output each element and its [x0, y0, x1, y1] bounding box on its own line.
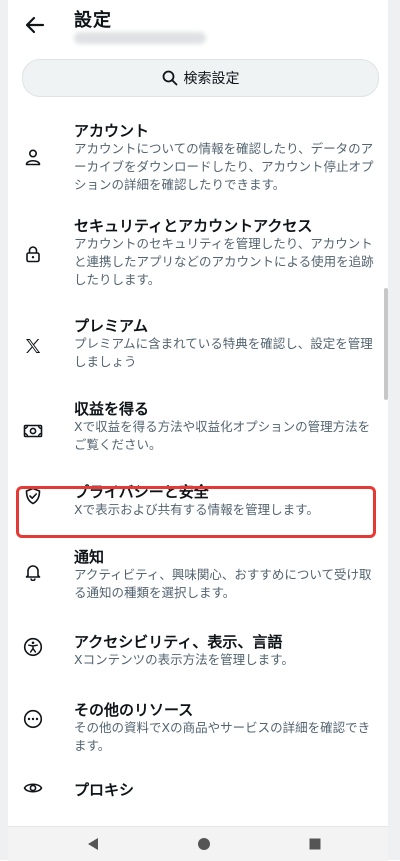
shield-check-icon: [22, 485, 44, 507]
screen-right-margin: [388, 0, 400, 860]
person-icon: [22, 146, 44, 168]
account-handle-blurred: [74, 32, 206, 44]
settings-item-additional-resources[interactable]: その他のリソース その他の資料でXの商品やサービスの詳細を確認できます。: [8, 689, 380, 769]
settings-item-description: プレミアムに含まれている特典を確認し、設定を管理しましょう: [74, 336, 373, 369]
nav-home-button[interactable]: [195, 835, 213, 853]
lock-icon: [22, 243, 44, 265]
back-arrow-icon: [25, 16, 45, 34]
money-icon: [22, 420, 44, 442]
page-title: 設定: [74, 10, 112, 31]
settings-item-description: アカウントのセキュリティを管理したり、アカウントと連携したアプリなどのアカウント…: [74, 236, 374, 287]
accessibility-icon: [22, 636, 44, 658]
settings-item-description: その他の資料でXの商品やサービスの詳細を確認できます。: [74, 720, 371, 753]
search-label: 検索設定: [183, 71, 240, 87]
bell-icon: [22, 561, 44, 583]
settings-item-label: プレミアム: [74, 317, 148, 335]
search-input[interactable]: 検索設定: [22, 59, 379, 97]
settings-item-description: アクティビティ、興味関心、おすすめについて受け取る通知の種類を選択します。: [74, 567, 372, 600]
settings-item-label: 通知: [74, 548, 105, 566]
settings-item-monetization[interactable]: 収益を得る Xで収益を得る方法や収益化オプションの管理方法をご覧ください。: [8, 388, 380, 471]
settings-item-description: Xで収益を得る方法や収益化オプションの管理方法をご覧ください。: [74, 419, 371, 452]
square-recents-icon: [309, 838, 321, 850]
settings-item-privacy-safety[interactable]: プライバシーと安全 Xで表示および共有する情報を管理します。: [8, 471, 380, 536]
circle-home-icon: [198, 838, 210, 850]
settings-item-proxy[interactable]: プロキシ: [8, 769, 380, 809]
settings-item-description: Xで表示および共有する情報を管理します。: [74, 502, 319, 517]
eye-icon: [22, 777, 44, 799]
settings-item-description: アカウントについての情報を確認したり、データのアーカイブをダウンロードしたり、ア…: [74, 141, 374, 192]
settings-item-label: プライバシーと安全: [74, 483, 209, 501]
settings-item-label: セキュリティとアカウントアクセス: [74, 217, 313, 235]
x-logo-icon: [22, 335, 44, 357]
android-navigation-bar: [8, 826, 388, 861]
settings-item-premium[interactable]: プレミアム プレミアムに含まれている特典を確認し、設定を管理しましょう: [8, 305, 380, 388]
settings-item-label: 収益を得る: [74, 400, 150, 418]
more-horizontal-icon: [22, 708, 44, 730]
settings-item-label: その他のリソース: [74, 701, 194, 719]
scrollbar-thumb[interactable]: [384, 288, 388, 400]
settings-item-account[interactable]: アカウント アカウントについての情報を確認したり、データのアーカイブをダウンロー…: [8, 110, 380, 205]
settings-item-label: アクセシビリティ、表示、言語: [74, 633, 283, 651]
triangle-back-icon: [88, 838, 98, 850]
settings-item-description: Xコンテンツの表示方法を管理します。: [74, 652, 294, 667]
settings-item-accessibility[interactable]: アクセシビリティ、表示、言語 Xコンテンツの表示方法を管理します。: [8, 621, 380, 689]
settings-item-security[interactable]: セキュリティとアカウントアクセス アカウントのセキュリティを管理したり、アカウン…: [8, 205, 380, 305]
screen-left-margin: [0, 0, 8, 860]
settings-item-label: アカウント: [74, 122, 150, 140]
settings-item-label: プロキシ: [74, 781, 135, 799]
settings-item-notifications[interactable]: 通知 アクティビティ、興味関心、おすすめについて受け取る通知の種類を選択します。: [8, 536, 380, 621]
header: 設定: [8, 0, 388, 58]
nav-back-button[interactable]: [84, 835, 102, 853]
settings-list: アカウント アカウントについての情報を確認したり、データのアーカイブをダウンロー…: [8, 110, 380, 809]
nav-recents-button[interactable]: [306, 835, 324, 853]
back-button[interactable]: [22, 12, 48, 38]
search-icon: [162, 70, 177, 86]
